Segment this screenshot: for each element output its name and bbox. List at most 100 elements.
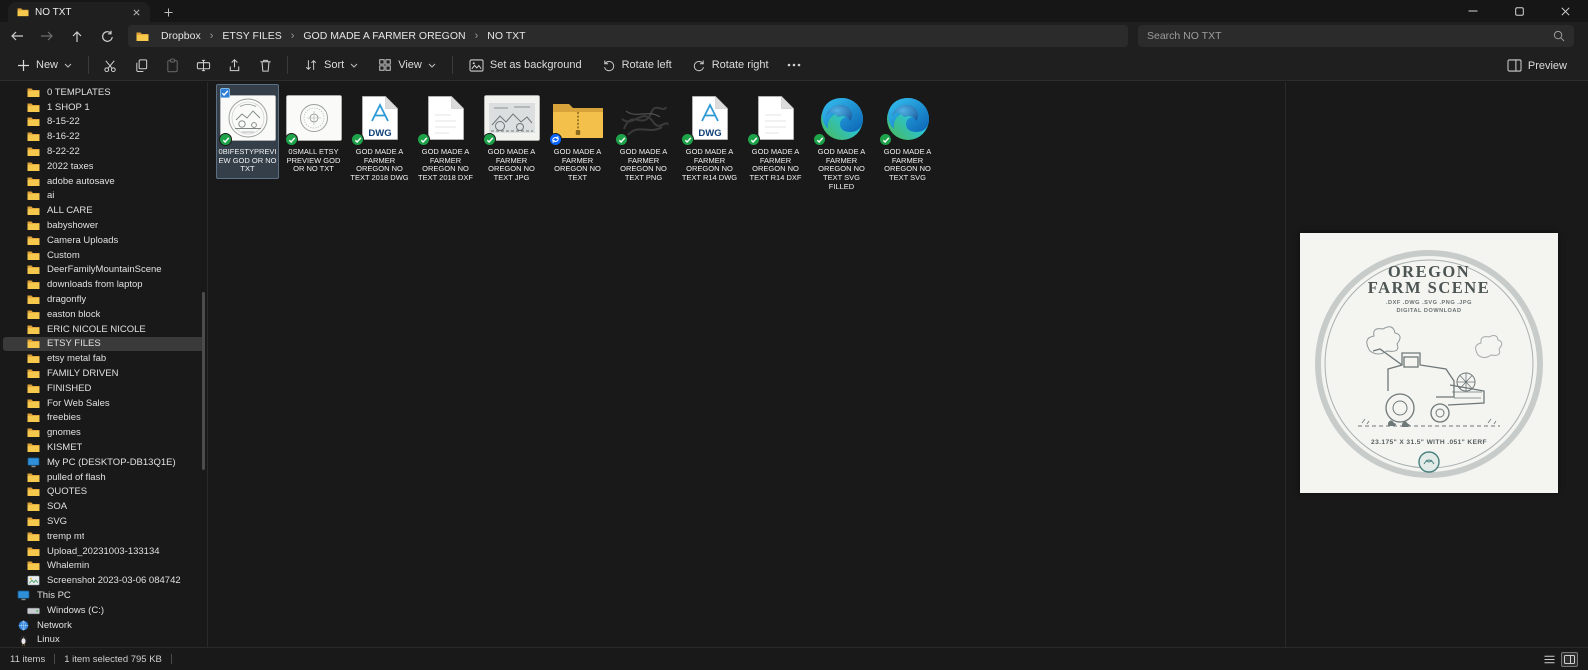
search-input[interactable]: [1147, 30, 1547, 42]
sidebar-item[interactable]: Whalemin: [3, 559, 204, 574]
sidebar-item[interactable]: Screenshot 2023-03-06 084742: [3, 573, 204, 588]
sidebar-item[interactable]: 8-16-22: [3, 129, 204, 144]
sidebar-item-label: Camera Uploads: [47, 234, 119, 246]
sidebar-item[interactable]: 8-22-22: [3, 144, 204, 159]
file-item[interactable]: GOD MADE A FARMER OREGON NO TEXT PNG: [612, 84, 675, 188]
sidebar-item[interactable]: Upload_20231003-133134: [3, 544, 204, 559]
sidebar-item[interactable]: KISMET: [3, 440, 204, 455]
image-icon: [27, 575, 40, 587]
sidebar-item[interactable]: QUOTES: [3, 485, 204, 500]
sidebar-item[interactable]: Linux: [3, 632, 204, 647]
folder-icon: [27, 249, 40, 261]
sidebar-item[interactable]: FINISHED: [3, 381, 204, 396]
file-item[interactable]: 0SMALL ETSY PREVIEW GOD OR NO TXT: [282, 84, 345, 179]
toolbar-divider: [451, 56, 453, 74]
breadcrumb-segment[interactable]: NO TXT: [482, 29, 530, 43]
sidebar-item[interactable]: ai: [3, 189, 204, 204]
sidebar-item[interactable]: Camera Uploads: [3, 233, 204, 248]
sidebar-item[interactable]: tremp mt: [3, 529, 204, 544]
sidebar-item[interactable]: Network: [3, 618, 204, 633]
breadcrumb-segment[interactable]: Dropbox: [156, 29, 206, 43]
folder-icon: [27, 160, 40, 172]
sidebar-item[interactable]: downloads from laptop: [3, 277, 204, 292]
view-button[interactable]: View: [369, 53, 445, 78]
forward-button[interactable]: [34, 24, 60, 48]
back-button[interactable]: [4, 24, 30, 48]
tab-close-button[interactable]: [129, 5, 143, 19]
sidebar-item[interactable]: SVG: [3, 514, 204, 529]
file-item[interactable]: GOD MADE A FARMER OREGON NO TEXT JPG: [480, 84, 543, 188]
new-tab-button[interactable]: [160, 4, 176, 20]
sidebar-item[interactable]: 2022 taxes: [3, 159, 204, 174]
file-item[interactable]: GOD MADE A FARMER OREGON NO TEXT 2018 DX…: [414, 84, 477, 188]
minimize-button[interactable]: [1450, 0, 1496, 22]
file-item[interactable]: DWG GOD MADE A FARMER OREGON NO TEXT 201…: [348, 84, 411, 188]
close-button[interactable]: [1542, 0, 1588, 22]
sidebar-item[interactable]: gnomes: [3, 425, 204, 440]
sidebar-item[interactable]: adobe autosave: [3, 174, 204, 189]
folder-icon: [27, 530, 40, 542]
sort-button-label: Sort: [324, 59, 345, 71]
rotate-left-label: Rotate left: [621, 59, 672, 71]
sidebar-item[interactable]: DeerFamilyMountainScene: [3, 263, 204, 278]
sidebar-item[interactable]: easton block: [3, 307, 204, 322]
file-item[interactable]: GOD MADE A FARMER OREGON NO TEXT: [546, 84, 609, 188]
sidebar-item-label: QUOTES: [47, 486, 88, 498]
explorer-tab[interactable]: NO TXT: [8, 2, 150, 22]
up-button[interactable]: [64, 24, 90, 48]
breadcrumb-segment[interactable]: GOD MADE A FARMER OREGON: [298, 29, 470, 43]
sidebar-item[interactable]: etsy metal fab: [3, 351, 204, 366]
share-button[interactable]: [220, 53, 249, 78]
new-button[interactable]: New: [8, 53, 81, 78]
cut-button[interactable]: [96, 53, 125, 78]
paste-button[interactable]: [158, 53, 187, 78]
sidebar-item[interactable]: ETSY FILES: [3, 336, 204, 352]
sidebar-item[interactable]: For Web Sales: [3, 396, 204, 411]
rotate-right-button[interactable]: Rotate right: [683, 53, 778, 78]
sidebar-item[interactable]: Custom: [3, 248, 204, 263]
sidebar-item[interactable]: freebies: [3, 411, 204, 426]
rotate-left-button[interactable]: Rotate left: [593, 53, 681, 78]
sidebar-scrollbar[interactable]: [202, 292, 205, 470]
folder-icon: [27, 427, 40, 439]
large-thumbnails-view-button[interactable]: [1561, 651, 1578, 667]
breadcrumb-segment[interactable]: ETSY FILES: [217, 29, 286, 43]
file-item[interactable]: GOD MADE A FARMER OREGON NO TEXT SVG: [876, 84, 939, 188]
address-bar[interactable]: Dropbox › ETSY FILES › GOD MADE A FARMER ORE…: [128, 25, 1128, 47]
sidebar-item[interactable]: This PC: [3, 588, 204, 603]
maximize-button[interactable]: [1496, 0, 1542, 22]
file-icon-area: [284, 87, 343, 146]
preview-toggle-button[interactable]: Preview: [1498, 53, 1576, 78]
sidebar-item[interactable]: Windows (C:): [3, 603, 204, 618]
sort-button[interactable]: Sort: [295, 53, 367, 78]
sidebar-item[interactable]: My PC (DESKTOP-DB13Q1E): [3, 455, 204, 470]
details-view-button[interactable]: [1541, 652, 1558, 667]
preview-image: OREGON FARM SCENE .DXF .DWG .SVG .PNG .J…: [1300, 233, 1558, 493]
folder-icon: [27, 545, 40, 557]
sidebar-item[interactable]: pulled of flash: [3, 470, 204, 485]
sidebar-item[interactable]: dragonfly: [3, 292, 204, 307]
file-item[interactable]: GOD MADE A FARMER OREGON NO TEXT SVG FIL…: [810, 84, 873, 197]
sidebar-item[interactable]: SOA: [3, 499, 204, 514]
sidebar-item[interactable]: 0 TEMPLATES: [3, 85, 204, 100]
sidebar-item[interactable]: ERIC NICOLE NICOLE: [3, 322, 204, 337]
sidebar-item[interactable]: babyshower: [3, 218, 204, 233]
item-checkbox[interactable]: [220, 88, 230, 98]
file-icon-area: [746, 87, 805, 146]
ellipsis-icon: [787, 63, 801, 67]
sidebar-item[interactable]: 1 SHOP 1: [3, 100, 204, 115]
refresh-button[interactable]: [94, 24, 120, 48]
file-item[interactable]: DWG GOD MADE A FARMER OREGON NO TEXT R14…: [678, 84, 741, 188]
sidebar-item-label: 0 TEMPLATES: [47, 86, 111, 98]
folder-icon: [27, 368, 40, 380]
delete-button[interactable]: [251, 53, 280, 78]
copy-button[interactable]: [127, 53, 156, 78]
sidebar-item[interactable]: ALL CARE: [3, 203, 204, 218]
set-as-background-button[interactable]: Set as background: [460, 53, 591, 78]
more-options-button[interactable]: [780, 53, 808, 78]
rename-button[interactable]: [189, 53, 218, 78]
sidebar-item[interactable]: 8-15-22: [3, 115, 204, 130]
file-item[interactable]: 0BIFESTYPREVIEW GOD OR NO TXT: [216, 84, 279, 180]
file-item[interactable]: GOD MADE A FARMER OREGON NO TEXT R14 DXF: [744, 84, 807, 188]
sidebar-item[interactable]: FAMILY DRIVEN: [3, 366, 204, 381]
